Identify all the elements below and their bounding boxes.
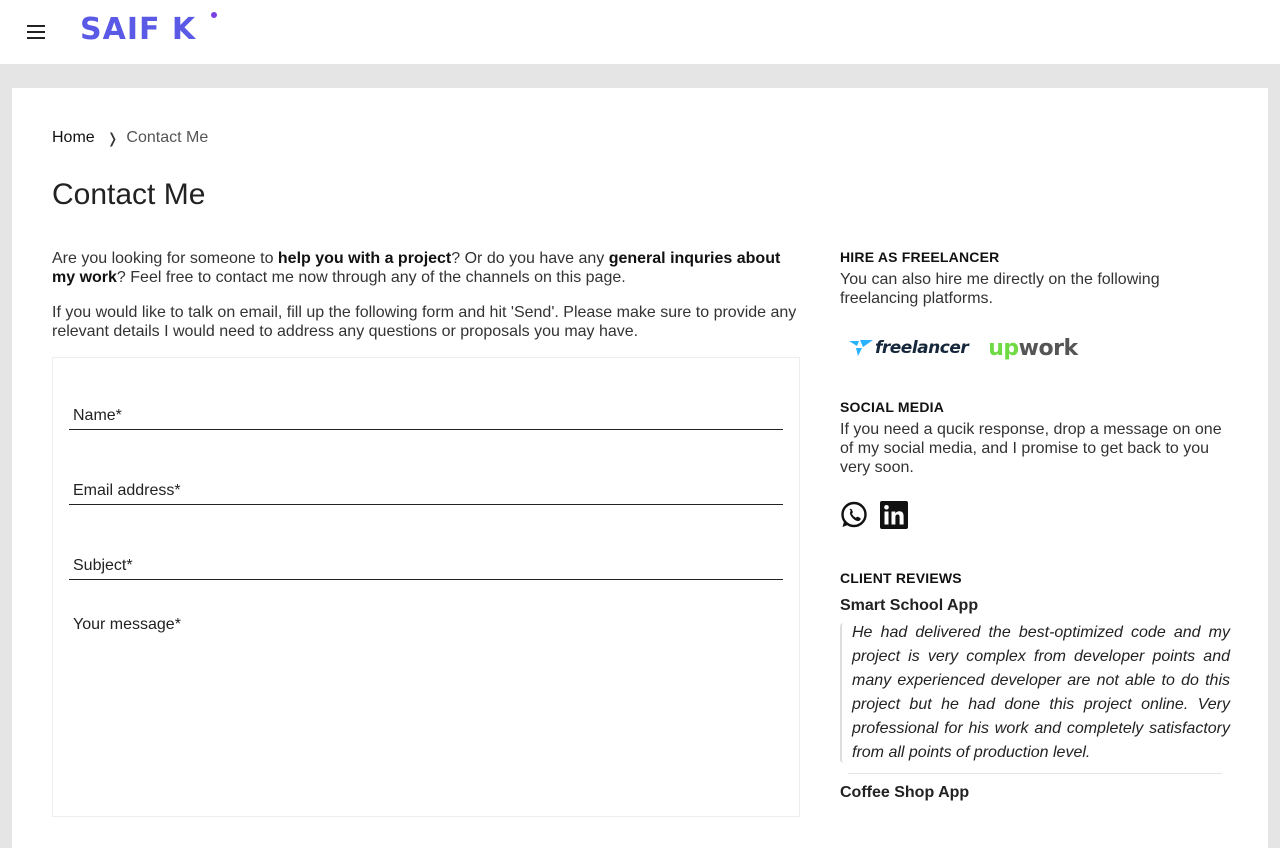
intro-text-part: Are you looking for someone to bbox=[52, 250, 278, 267]
intro-paragraph-2: If you would like to talk on email, fill… bbox=[52, 304, 797, 340]
breadcrumb-current: Contact Me bbox=[126, 129, 209, 146]
contact-form bbox=[52, 357, 800, 817]
top-app-bar: SAIF K bbox=[0, 0, 1280, 64]
review-title: Smart School App bbox=[840, 597, 979, 614]
breadcrumb: Home ❭ Contact Me bbox=[52, 129, 208, 147]
intro-text: Are you looking for someone to help you … bbox=[52, 249, 800, 357]
intro-text-part: ? Or do you have any bbox=[451, 250, 609, 267]
breadcrumb-home-link[interactable]: Home bbox=[52, 129, 95, 147]
contact-sidebar: HIRE AS FREELANCER You can also hire me … bbox=[840, 249, 1230, 802]
social-heading: SOCIAL MEDIA bbox=[840, 399, 945, 415]
breadcrumb-separator-icon: ❭ bbox=[106, 129, 119, 146]
review-divider bbox=[848, 773, 1222, 774]
review-title: Coffee Shop App bbox=[840, 784, 970, 801]
upwork-wordmark-up: up bbox=[988, 335, 1019, 361]
hire-text: You can also hire me directly on the fol… bbox=[840, 271, 1160, 307]
email-field bbox=[69, 457, 783, 505]
page-title: Contact Me bbox=[52, 178, 206, 211]
upwork-logo-link[interactable]: upwork bbox=[988, 335, 1078, 361]
site-logo[interactable]: SAIF K bbox=[80, 12, 196, 47]
freelancer-logo-link[interactable]: freelancer bbox=[848, 338, 969, 358]
subject-field bbox=[69, 532, 783, 580]
social-text: If you need a qucik response, drop a mes… bbox=[840, 421, 1222, 476]
freelance-platforms: freelancer upwork bbox=[840, 328, 1230, 368]
freelancer-bird-icon bbox=[849, 340, 873, 356]
name-input[interactable] bbox=[69, 382, 783, 429]
review-item: Smart School App He had delivered the be… bbox=[840, 597, 1230, 774]
review-item: Coffee Shop App bbox=[840, 784, 1230, 802]
intro-text-part: ? Feel free to contact me now through an… bbox=[116, 269, 626, 286]
freelancer-wordmark: freelancer bbox=[875, 338, 969, 358]
name-field bbox=[69, 382, 783, 430]
social-icons bbox=[840, 501, 1230, 529]
linkedin-icon[interactable] bbox=[880, 501, 908, 529]
hire-heading: HIRE AS FREELANCER bbox=[840, 249, 1000, 265]
review-quote: He had delivered the best-optimized code… bbox=[840, 621, 1230, 765]
logo-dot bbox=[211, 12, 217, 18]
email-input[interactable] bbox=[69, 457, 783, 504]
intro-paragraph-1: Are you looking for someone to help you … bbox=[52, 249, 800, 287]
message-textarea[interactable] bbox=[69, 608, 783, 768]
reviews-heading: CLIENT REVIEWS bbox=[840, 570, 962, 586]
subject-input[interactable] bbox=[69, 532, 783, 579]
menu-icon[interactable] bbox=[24, 22, 48, 42]
upwork-wordmark-work: work bbox=[1018, 335, 1078, 361]
intro-emphasis-project: help you with a project bbox=[277, 250, 452, 267]
message-field bbox=[69, 608, 783, 778]
whatsapp-icon[interactable] bbox=[840, 501, 868, 529]
